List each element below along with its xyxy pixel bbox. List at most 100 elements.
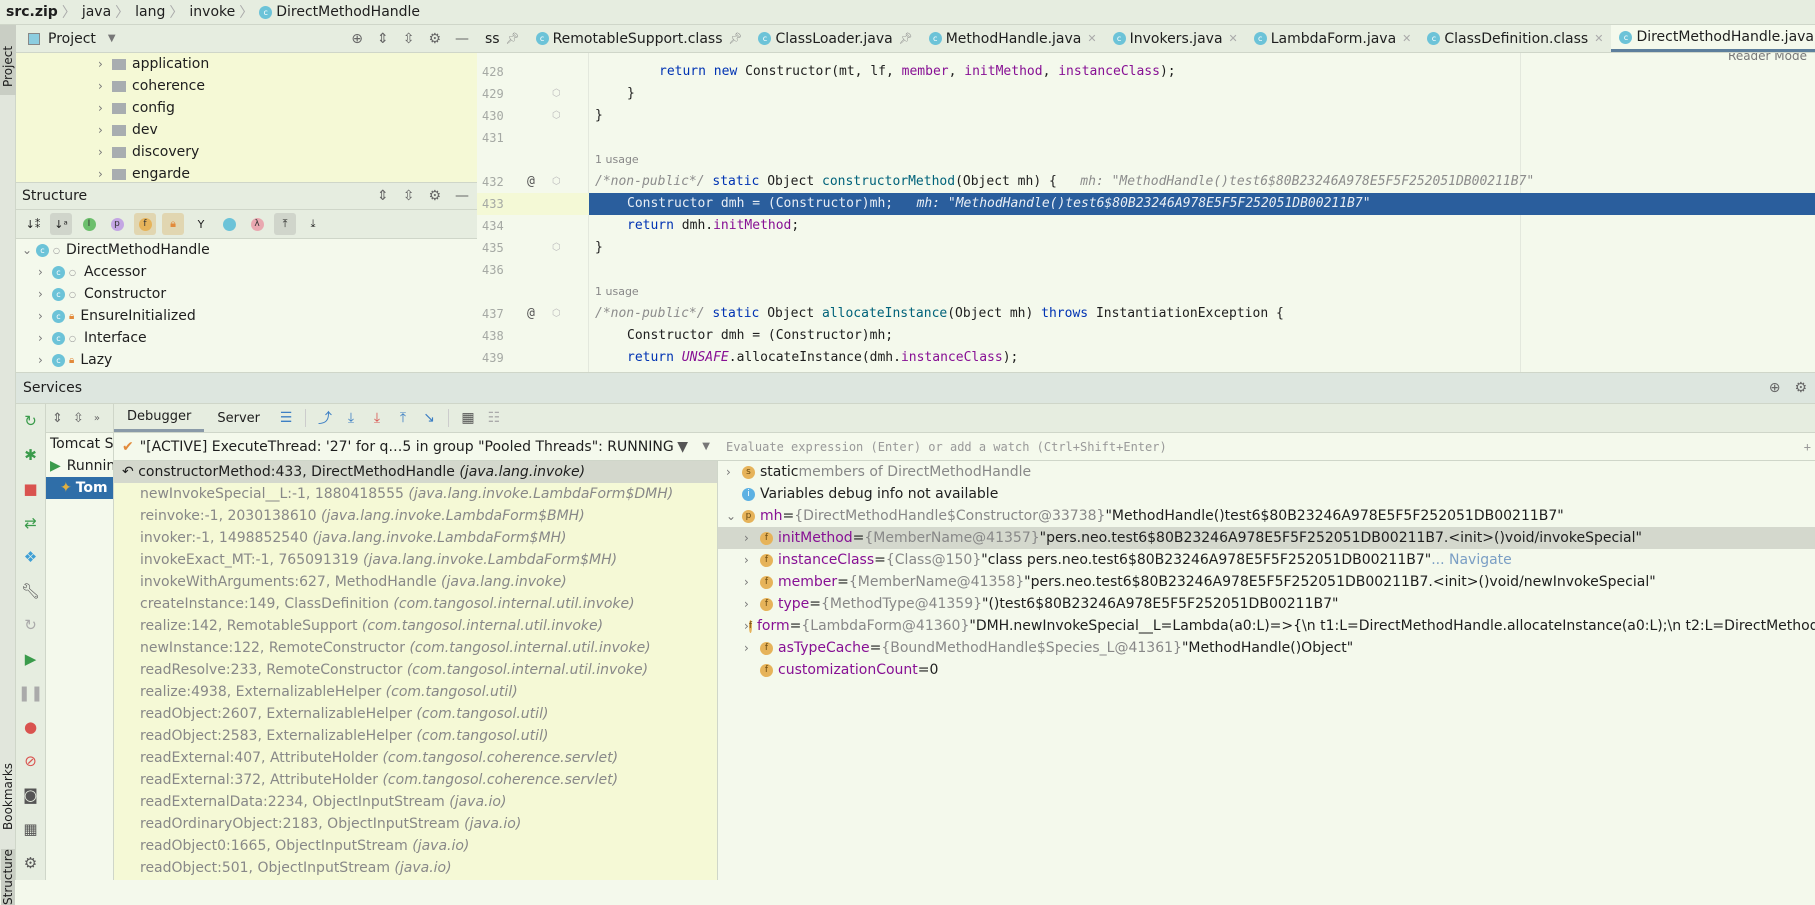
pin-icon[interactable]: 📌︎: [506, 32, 520, 45]
code-line[interactable]: 439 return UNSAFE.allocateInstance(dmh.in…: [477, 347, 1815, 369]
breadcrumb-lang[interactable]: lang: [135, 4, 165, 20]
chevron-right-icon[interactable]: ›: [744, 641, 760, 655]
tree-folder[interactable]: › dev: [16, 119, 477, 141]
service-running[interactable]: ▶ Runnin: [46, 455, 113, 477]
project-view-selector[interactable]: Project: [48, 31, 96, 47]
service-tomcat[interactable]: Tomcat S: [46, 433, 113, 455]
gear-icon[interactable]: ⚙: [428, 188, 441, 204]
chevron-right-icon[interactable]: ›: [38, 309, 52, 323]
variable-row[interactable]: › f type = {MethodType@41359} "()test6$80B…: [718, 593, 1815, 615]
chevron-right-icon[interactable]: ›: [38, 353, 52, 367]
tab-debugger[interactable]: Debugger: [114, 404, 205, 432]
pin-icon[interactable]: 📌︎: [899, 32, 913, 45]
override-marker-icon[interactable]: @: [527, 303, 535, 325]
stack-frame[interactable]: invokeWithArguments:627, MethodHandle (j…: [114, 571, 717, 593]
tree-folder[interactable]: › discovery: [16, 141, 477, 163]
run-to-cursor-icon[interactable]: ↘: [418, 410, 440, 426]
variable-row[interactable]: › f form = {LambdaForm@41360} "DMH.newInvo…: [718, 615, 1815, 637]
evaluate-input[interactable]: Evaluate expression (Enter) or add a wat…: [718, 433, 1815, 461]
layout-icon[interactable]: ▦: [16, 812, 45, 846]
show-lambdas-icon[interactable]: λ: [246, 213, 268, 235]
expand-all-icon[interactable]: ⇕: [52, 411, 63, 426]
breadcrumb-java[interactable]: java: [82, 4, 111, 20]
service-tomcat-instance[interactable]: ✦ Tom: [46, 477, 113, 499]
chevron-right-icon[interactable]: ›: [744, 553, 760, 567]
refresh-icon[interactable]: ↻: [16, 608, 45, 642]
show-inherited-icon[interactable]: I: [78, 213, 100, 235]
variable-row[interactable]: › f member = {MemberName@41358} "pers.neo.…: [718, 571, 1815, 593]
structure-item[interactable]: › c ○ Accessor: [16, 261, 477, 283]
update-icon[interactable]: ⇄: [16, 506, 45, 540]
rerun-icon[interactable]: ↻: [16, 404, 45, 438]
code-line[interactable]: 438 Constructor dmh = (Constructor)mh;: [477, 325, 1815, 347]
tree-folder[interactable]: › application: [16, 53, 477, 75]
locate-icon[interactable]: ⊕: [351, 31, 363, 47]
code-line[interactable]: 432 @ ⬡ /*non-public*/ static Object constr…: [477, 171, 1815, 193]
stack-frame[interactable]: ↶ constructorMethod:433, DirectMethodHan…: [114, 461, 717, 483]
chevron-right-icon[interactable]: ›: [38, 265, 52, 279]
stack-frame[interactable]: realize:4938, ExternalizableHelper (com.…: [114, 681, 717, 703]
usage-count[interactable]: 1 usage: [595, 281, 639, 303]
gear-icon[interactable]: ⚙: [428, 31, 441, 47]
breadcrumb-root[interactable]: src.zip: [6, 4, 58, 20]
show-fields-icon[interactable]: f: [134, 213, 156, 235]
stack-frame[interactable]: readObject0:1665, ObjectInputStream (jav…: [114, 835, 717, 857]
chevron-down-icon[interactable]: ⌄: [726, 509, 742, 523]
step-over-icon[interactable]: ⤓: [340, 410, 362, 426]
tab-ss[interactable]: ss 📌︎: [477, 25, 528, 52]
sort-by-visibility-icon[interactable]: ↓⁑: [22, 213, 44, 235]
breadcrumb-invoke[interactable]: invoke: [189, 4, 235, 20]
wrench-icon[interactable]: 🔧︎: [16, 574, 45, 608]
tab-remotablesupport-class[interactable]: c RemotableSupport.class 📌︎: [528, 25, 751, 52]
stack-frame[interactable]: reinvoke:-1, 2030138610 (java.lang.invok…: [114, 505, 717, 527]
chevron-right-icon[interactable]: ›: [98, 145, 112, 159]
show-properties-icon[interactable]: p: [106, 213, 128, 235]
tab-server[interactable]: Server: [204, 404, 273, 432]
show-anonymous-icon[interactable]: [218, 213, 240, 235]
tab-invokers-java[interactable]: c Invokers.java ✕: [1105, 25, 1246, 52]
chevron-right-icon[interactable]: ›: [744, 531, 760, 545]
resume-icon[interactable]: ▶: [16, 642, 45, 676]
tree-folder[interactable]: › coherence: [16, 75, 477, 97]
stop-icon[interactable]: ■: [16, 472, 45, 506]
autoscroll-to-source-icon[interactable]: ⤒: [274, 213, 296, 235]
stack-frame[interactable]: readExternal:407, AttributeHolder (com.t…: [114, 747, 717, 769]
deploy-icon[interactable]: ❖: [16, 540, 45, 574]
variable-row[interactable]: f customizationCount = 0: [718, 659, 1815, 681]
settings-icon[interactable]: ⚙: [16, 846, 45, 880]
stack-frame[interactable]: readObject:2583, ExternalizableHelper (c…: [114, 725, 717, 747]
collapse-all-icon[interactable]: ⇳: [403, 31, 415, 47]
structure-item[interactable]: › c 🔒︎ Lazy: [16, 349, 477, 371]
override-marker-icon[interactable]: @: [527, 171, 535, 193]
variable-row[interactable]: › s static members of DirectMethodHandle: [718, 461, 1815, 483]
trace-icon[interactable]: ☷: [483, 410, 505, 426]
gear-icon[interactable]: ⚙: [1794, 380, 1807, 396]
close-icon[interactable]: ✕: [1402, 32, 1411, 45]
collapse-all-icon[interactable]: ⇳: [73, 411, 84, 426]
pause-icon[interactable]: ❚❚: [16, 676, 45, 710]
autoscroll-from-source-icon[interactable]: ⤓: [302, 213, 324, 235]
collapse-all-icon[interactable]: ⇳: [403, 188, 415, 204]
structure-item[interactable]: › c 🔒︎ EnsureInitialized: [16, 305, 477, 327]
fold-icon[interactable]: ⬡: [552, 237, 561, 259]
fold-icon[interactable]: ⬡: [552, 171, 561, 193]
stack-frame[interactable]: createInstance:149, ClassDefinition (com…: [114, 593, 717, 615]
chevron-right-icon[interactable]: ›: [38, 287, 52, 301]
stack-frame[interactable]: realize:142, RemotableSupport (com.tango…: [114, 615, 717, 637]
tab-classdefinition-class[interactable]: c ClassDefinition.class ✕: [1419, 25, 1611, 52]
code-line[interactable]: 428 return new Constructor(mt, lf, member…: [477, 61, 1815, 83]
tab-lambdaform-java[interactable]: c LambdaForm.java ✕: [1246, 25, 1420, 52]
code-line[interactable]: 436: [477, 259, 1815, 281]
debug-icon[interactable]: ✱: [16, 438, 45, 472]
navigate-link[interactable]: ... Navigate: [1431, 552, 1512, 568]
chevron-right-icon[interactable]: ›: [98, 79, 112, 93]
chevron-right-icon[interactable]: ›: [38, 331, 52, 345]
stack-frame[interactable]: readOrdinaryObject:2183, ObjectInputStre…: [114, 813, 717, 835]
variable-row[interactable]: › f initMethod = {MemberName@41357} "pers.…: [718, 527, 1815, 549]
stack-frame[interactable]: readObject:501, ObjectInputStream (java.…: [114, 857, 717, 879]
show-lambdas-tree-icon[interactable]: Y: [190, 213, 212, 235]
code-line[interactable]: 431: [477, 127, 1815, 149]
tab-classloader-java[interactable]: c ClassLoader.java 📌︎: [750, 25, 920, 52]
sort-alphabetically-icon[interactable]: ↓ᵃ: [50, 213, 72, 235]
show-non-public-icon[interactable]: 🔒︎: [162, 213, 184, 235]
